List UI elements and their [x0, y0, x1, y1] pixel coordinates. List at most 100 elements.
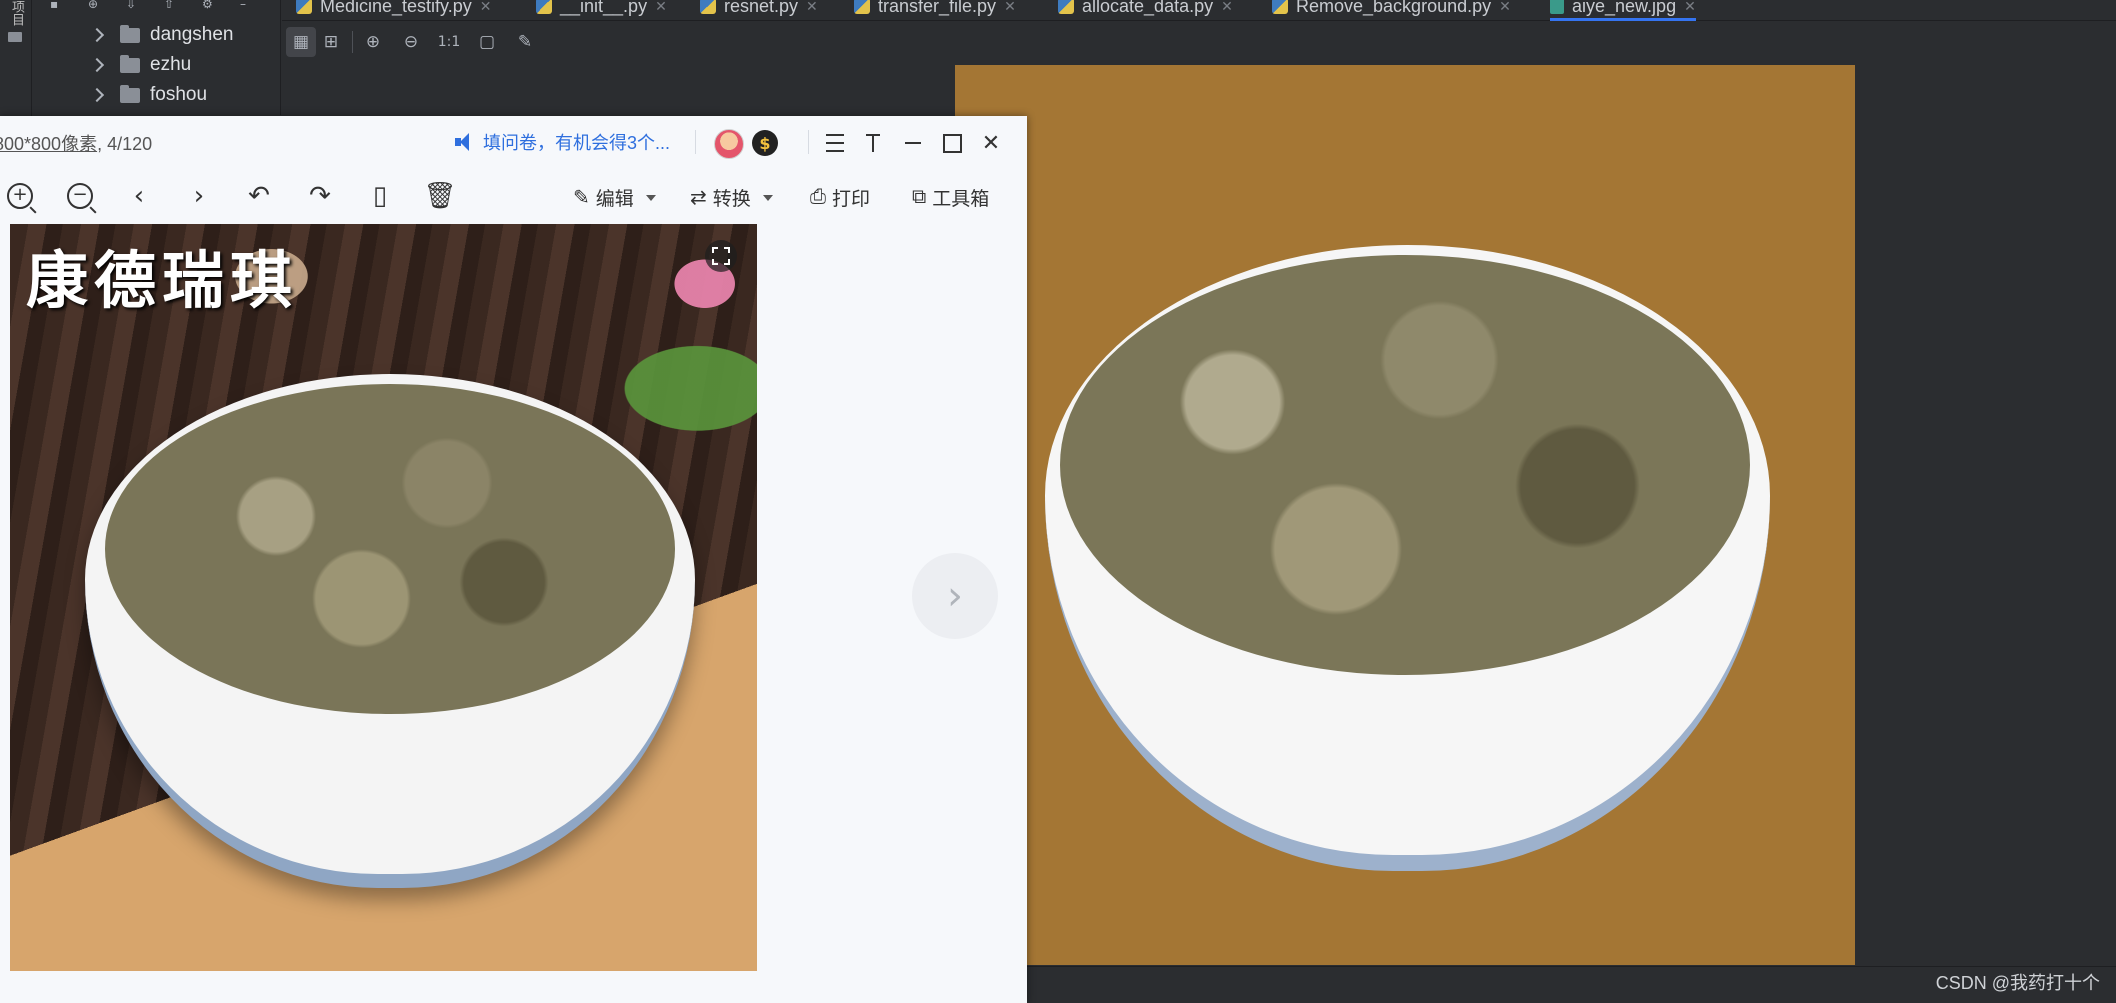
mouse-icon: ▯ [372, 181, 388, 211]
zoom-out-icon[interactable]: ⊖ [396, 27, 426, 57]
close-button[interactable]: ✕ [976, 128, 1006, 158]
close-icon[interactable]: ✕ [480, 0, 492, 15]
menu-button[interactable] [820, 128, 850, 158]
image-file-icon [1550, 0, 1564, 14]
color-picker-icon[interactable]: ✎ [510, 27, 540, 57]
tab-label: allocate_data.py [1082, 0, 1214, 16]
tab-resnet[interactable]: resnet.py ✕ [700, 0, 818, 18]
tab-transfer-file[interactable]: transfer_file.py ✕ [854, 0, 1016, 18]
project-toolbar: ▪ ⊕ ⇩ ⇧ ⚙ – [50, 0, 254, 14]
tab-aiye-new[interactable]: aiye_new.jpg ✕ [1550, 0, 1696, 21]
select-opened-file-icon[interactable]: ▪ [50, 0, 64, 10]
rotate-right-button[interactable]: ↷ [304, 180, 336, 212]
tree-item-label: ezhu [150, 54, 192, 75]
tree-item-ezhu[interactable]: ezhu [89, 51, 192, 79]
chevron-down-icon [645, 194, 656, 201]
herb-image [105, 384, 675, 714]
watermark: CSDN @我药打十个 [1935, 973, 2100, 993]
chevron-down-icon [762, 194, 773, 201]
tab-init[interactable]: __init__.py ✕ [536, 0, 667, 18]
title-divider [695, 130, 696, 154]
viewer-title-bar: 800*800像素, 4/120 填问卷，有机会得3个... $ ✕ [0, 116, 1027, 168]
close-icon[interactable]: ✕ [1499, 0, 1511, 15]
zoom-in-icon[interactable]: ⊕ [358, 27, 388, 57]
edit-menu-button[interactable]: ✎ 编辑 [573, 184, 656, 211]
close-icon[interactable]: ✕ [1004, 0, 1016, 15]
convert-label: 转换 [712, 189, 751, 210]
edit-label: 编辑 [595, 189, 634, 210]
locate-icon[interactable]: ⊕ [88, 0, 102, 10]
expand-all-icon[interactable]: ⇩ [126, 0, 140, 10]
zoom-in-icon: + [7, 183, 33, 209]
herb-image [1060, 255, 1750, 675]
speaker-icon [455, 133, 475, 151]
next-image-button[interactable]: › [912, 553, 998, 639]
image-dimensions-link[interactable]: 800*800像素 [0, 134, 97, 154]
minimize-icon [905, 142, 921, 144]
image-viewer-window: 800*800像素, 4/120 填问卷，有机会得3个... $ ✕ + − ‹… [0, 116, 1027, 1003]
chevron-right-icon[interactable] [89, 57, 105, 73]
edit-icon: ✎ [573, 187, 590, 209]
previous-image-button[interactable]: ‹ [123, 180, 155, 212]
pin-button[interactable] [858, 128, 888, 158]
python-file-icon [1272, 0, 1288, 14]
print-button[interactable]: ⎙ 打印 [810, 184, 870, 211]
close-icon[interactable]: ✕ [1221, 0, 1233, 15]
convert-menu-button[interactable]: ⇄ 转换 [690, 184, 773, 211]
toolbox-button[interactable]: ⧉ 工具箱 [912, 184, 989, 211]
tree-item-label: dangshen [150, 24, 234, 45]
tab-allocate-data[interactable]: allocate_data.py ✕ [1058, 0, 1233, 18]
maximize-button[interactable] [937, 128, 967, 158]
gear-icon[interactable]: ⚙ [202, 0, 216, 10]
project-panel: ▪ ⊕ ⇩ ⇧ ⚙ – dangshen ezhu foshou [32, 0, 281, 115]
zoom-out-button[interactable]: − [64, 180, 96, 212]
mouse-mode-button[interactable]: ▯ [364, 180, 396, 212]
menu-icon [826, 134, 844, 152]
folder-icon [120, 24, 140, 43]
convert-icon: ⇄ [690, 187, 707, 209]
tree-item-dangshen[interactable]: dangshen [89, 21, 234, 49]
chevron-right-icon: › [193, 181, 205, 211]
close-icon[interactable]: ✕ [806, 0, 818, 15]
rotate-left-icon: ↶ [248, 181, 270, 211]
print-label: 打印 [832, 189, 871, 210]
title-divider [808, 130, 809, 154]
collapse-all-icon[interactable]: ⇧ [164, 0, 178, 10]
python-file-icon [1058, 0, 1074, 14]
next-image-toolbar-button[interactable]: › [183, 180, 215, 212]
hide-icon[interactable]: – [240, 0, 254, 10]
folder-icon[interactable] [8, 32, 22, 42]
grid-icon[interactable]: ⊞ [316, 27, 346, 57]
zoom-in-button[interactable]: + [4, 180, 36, 212]
tab-label: resnet.py [724, 0, 799, 16]
folder-icon [120, 54, 140, 73]
tab-remove-background[interactable]: Remove_background.py ✕ [1272, 0, 1511, 18]
folder-icon [120, 84, 140, 103]
chevron-right-icon[interactable] [89, 27, 105, 43]
tab-label: Medicine_testify.py [320, 0, 472, 16]
chevron-right-icon: › [947, 573, 963, 619]
toolbox-icon: ⧉ [912, 186, 927, 208]
delete-button[interactable]: 🗑 [424, 180, 457, 212]
tree-item-label: foshou [150, 84, 208, 105]
project-tool-label[interactable]: 项目 [7, 0, 26, 26]
editor-tabs: Medicine_testify.py ✕ __init__.py ✕ resn… [282, 0, 2116, 21]
tab-medicine-testify[interactable]: Medicine_testify.py ✕ [296, 0, 491, 18]
avatar[interactable] [714, 129, 744, 159]
toolbox-label: 工具箱 [932, 189, 990, 210]
coin-icon[interactable]: $ [752, 130, 778, 156]
close-icon[interactable]: ✕ [655, 0, 667, 15]
tree-item-foshou[interactable]: foshou [89, 81, 208, 109]
chessboard-icon[interactable]: ▦ [286, 27, 316, 57]
rotate-right-icon: ↷ [309, 181, 331, 211]
scan-icon[interactable] [705, 240, 737, 272]
survey-notice[interactable]: 填问卷，有机会得3个... [455, 129, 670, 155]
actual-size-button[interactable]: 1:1 [434, 27, 464, 57]
chevron-right-icon[interactable] [89, 87, 105, 103]
viewer-toolbar: + − ‹ › ↶ ↷ ▯ 🗑 ✎ 编辑 ⇄ 转换 ⎙ 打印 ⧉ 工具箱 [0, 168, 1027, 224]
minimize-button[interactable] [898, 128, 928, 158]
close-icon[interactable]: ✕ [1684, 0, 1696, 15]
rotate-left-button[interactable]: ↶ [243, 180, 275, 212]
python-file-icon [854, 0, 870, 14]
fit-to-window-icon[interactable]: ▢ [472, 27, 502, 57]
